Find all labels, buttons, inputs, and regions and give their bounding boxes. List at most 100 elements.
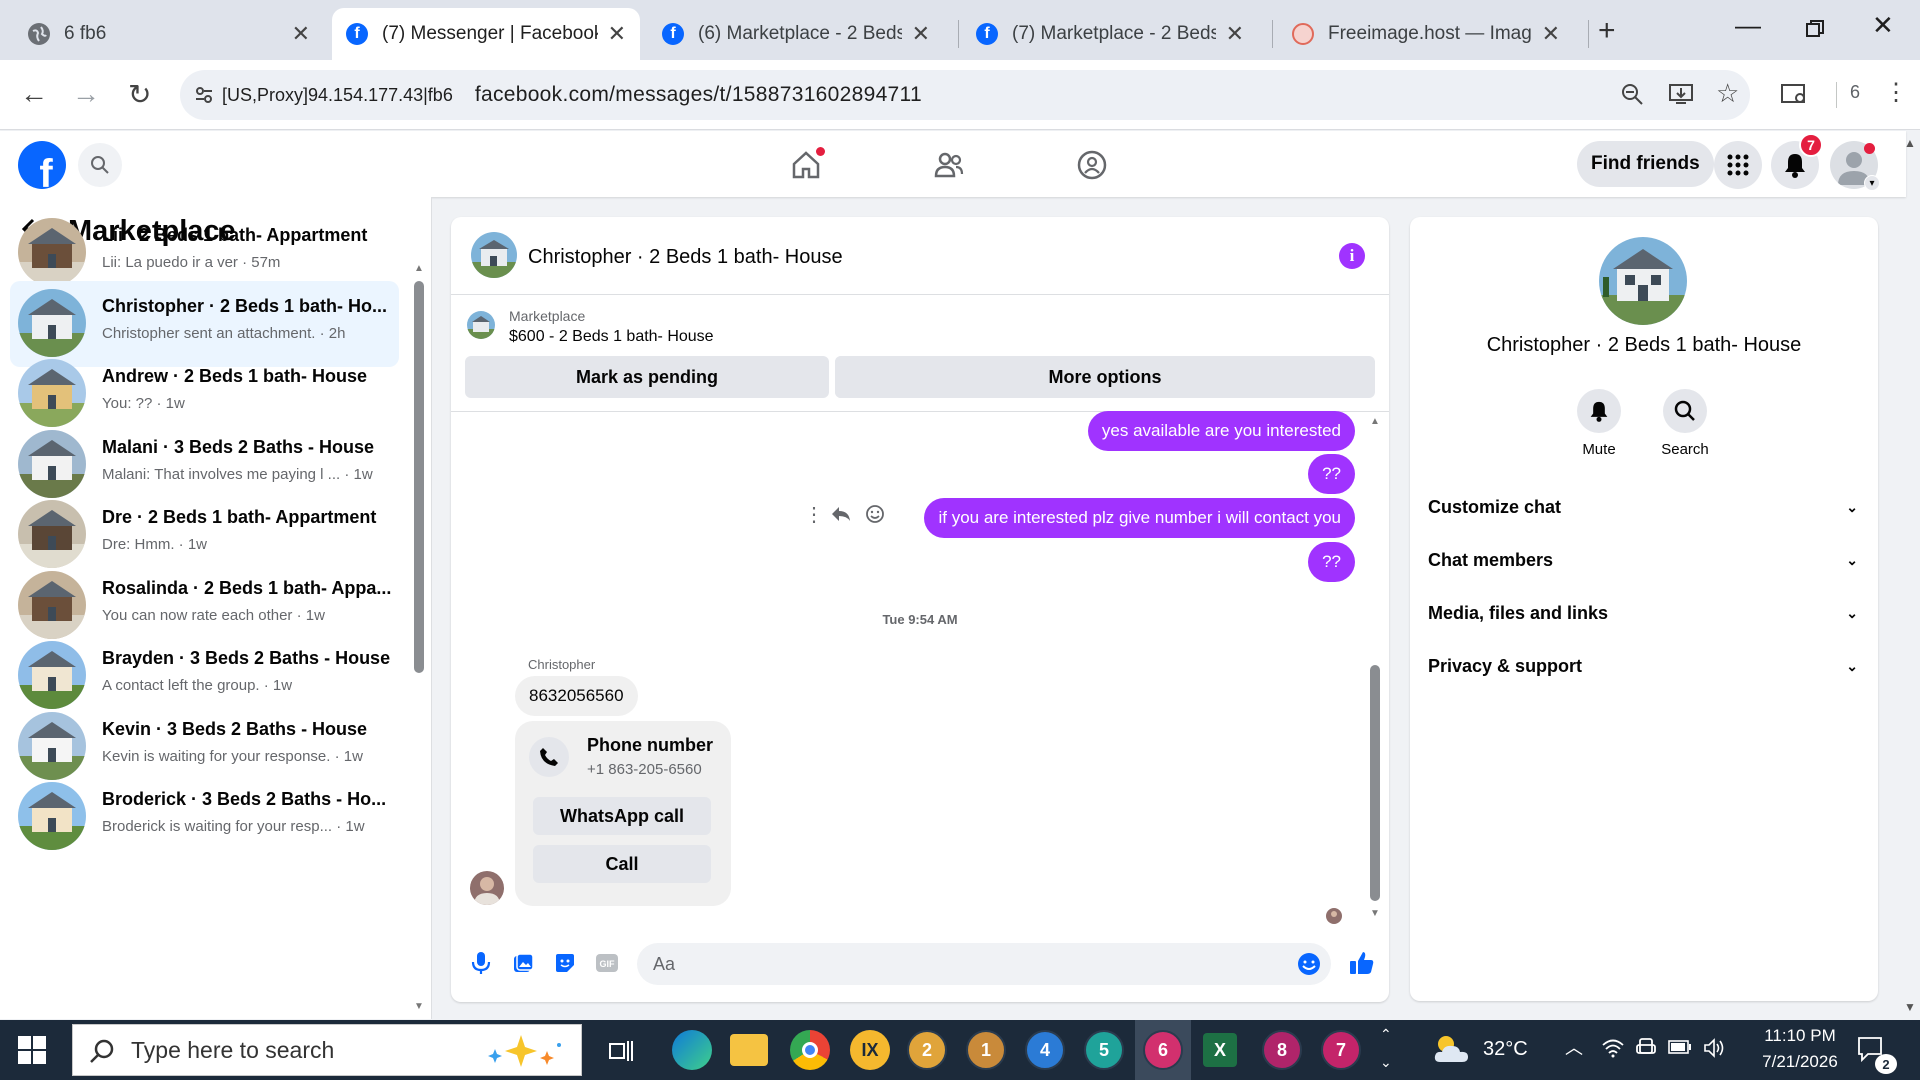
- scroll-down-icon[interactable]: ▼: [414, 1001, 424, 1012]
- clock-time[interactable]: 11:10 PM: [1750, 1026, 1850, 1046]
- browser-profile-app-icon[interactable]: 6: [1143, 1030, 1183, 1070]
- emoji-icon[interactable]: [1297, 952, 1321, 981]
- contact-avatar[interactable]: [1599, 237, 1687, 325]
- browser-profile-app-icon[interactable]: 7: [1321, 1030, 1361, 1070]
- incoming-message[interactable]: 8632056560: [515, 676, 638, 716]
- more-options-button-label[interactable]: More options: [835, 356, 1375, 398]
- show-hidden-icons[interactable]: ︿: [1565, 1034, 1583, 1060]
- weather-temperature[interactable]: 32°C: [1483, 1038, 1528, 1061]
- menu-grid-icon[interactable]: [1714, 141, 1762, 189]
- message-input[interactable]: Aa: [637, 943, 1331, 985]
- mute-button[interactable]: Mute: [1554, 389, 1644, 458]
- friends-icon[interactable]: [929, 145, 969, 185]
- search-in-chat-button[interactable]: Search: [1640, 389, 1730, 458]
- browser-tab-active[interactable]: f (7) Messenger | Facebook ✕: [332, 8, 640, 60]
- task-view-icon[interactable]: [608, 1038, 634, 1069]
- close-tab-icon[interactable]: ✕: [1542, 21, 1560, 47]
- meet-now-icon[interactable]: [1636, 1038, 1656, 1065]
- close-tab-icon[interactable]: ✕: [912, 21, 930, 47]
- browser-profile-app-icon[interactable]: 8: [1262, 1030, 1302, 1070]
- outgoing-message[interactable]: ??: [1308, 454, 1355, 494]
- side-panel-icon[interactable]: [1780, 82, 1808, 112]
- close-tab-icon[interactable]: ✕: [292, 21, 310, 47]
- conversation-scrollbar[interactable]: [414, 281, 424, 673]
- chevron-down-icon[interactable]: ▾: [1864, 175, 1880, 191]
- file-explorer-icon[interactable]: [730, 1034, 768, 1066]
- browser-tab[interactable]: Freeimage.host — Image ✕: [1278, 8, 1574, 60]
- menu-dots-icon[interactable]: ⋮: [1884, 78, 1908, 107]
- site-info-chip[interactable]: [US,Proxy]94.154.177.43|fb6: [194, 85, 453, 106]
- page-scroll-up-icon[interactable]: ▲: [1904, 136, 1916, 150]
- mark-as-pending-button[interactable]: Mark as pending: [465, 356, 829, 398]
- facebook-logo-icon[interactable]: f: [18, 141, 66, 189]
- call-button[interactable]: Call: [533, 845, 711, 883]
- find-friends-button[interactable]: Find friends: [1577, 141, 1714, 187]
- chat-scrollbar[interactable]: [1370, 665, 1380, 901]
- browser-tab[interactable]: f (6) Marketplace - 2 Beds 1 ✕: [648, 8, 944, 60]
- listing-thumbnail[interactable]: [467, 311, 495, 339]
- address-bar[interactable]: [US,Proxy]94.154.177.43|fb6 facebook.com…: [180, 70, 1750, 120]
- close-tab-icon[interactable]: ✕: [1226, 21, 1244, 47]
- whatsapp-call-button[interactable]: WhatsApp call: [533, 797, 711, 835]
- back-icon[interactable]: ←: [20, 78, 48, 110]
- microphone-icon[interactable]: [467, 949, 495, 977]
- photo-icon[interactable]: [509, 949, 537, 977]
- wifi-icon[interactable]: [1602, 1038, 1624, 1063]
- scroll-up-icon[interactable]: ▲: [1370, 416, 1380, 427]
- groups-icon[interactable]: [1072, 145, 1112, 185]
- browser-tab[interactable]: 6 fb6 ✕: [14, 8, 324, 60]
- outgoing-message[interactable]: ??: [1308, 542, 1355, 582]
- minimize-icon[interactable]: —: [1735, 10, 1761, 41]
- scroll-up-icon[interactable]: ▲: [414, 263, 424, 274]
- browser-profile-app-icon[interactable]: 4: [1025, 1030, 1065, 1070]
- page-scroll-down-icon[interactable]: ▼: [1904, 1000, 1916, 1014]
- close-tab-icon[interactable]: ✕: [608, 21, 626, 47]
- url-text[interactable]: facebook.com/messages/t/1588731602894711: [475, 83, 922, 107]
- listing-title[interactable]: $600 - 2 Beds 1 bath- House: [509, 328, 714, 346]
- customize-chat-section[interactable]: Customize chat ⌄: [1428, 492, 1858, 522]
- weather-cloud-icon[interactable]: [1432, 1032, 1472, 1071]
- browser-profile-app-icon[interactable]: 5: [1084, 1030, 1124, 1070]
- forward-icon[interactable]: →: [72, 78, 100, 110]
- restore-icon[interactable]: [1806, 14, 1824, 45]
- react-emoji-icon[interactable]: [865, 504, 885, 529]
- message-more-icon[interactable]: ⋮: [804, 502, 824, 527]
- chat-title[interactable]: Christopher · 2 Beds 1 bath- House: [528, 246, 843, 269]
- reload-icon[interactable]: ↻: [128, 78, 151, 111]
- chat-avatar[interactable]: [471, 232, 517, 278]
- chevron-down-icon[interactable]: ⌄: [1380, 1054, 1392, 1071]
- bookmark-star-icon[interactable]: ☆: [1716, 78, 1739, 109]
- chat-members-section[interactable]: Chat members ⌄: [1428, 545, 1858, 575]
- chevron-up-icon[interactable]: ⌃: [1380, 1026, 1392, 1043]
- info-icon[interactable]: i: [1339, 243, 1365, 269]
- outgoing-message[interactable]: yes available are you interested: [1087, 411, 1355, 451]
- battery-icon[interactable]: [1668, 1040, 1692, 1059]
- install-app-icon[interactable]: [1668, 82, 1694, 112]
- close-window-icon[interactable]: ✕: [1872, 10, 1894, 41]
- privacy-support-section[interactable]: Privacy & support ⌄: [1428, 651, 1858, 681]
- conversation-item[interactable]: Broderick · 3 Beds 2 Baths - Ho... Broder…: [10, 774, 399, 860]
- new-tab-icon[interactable]: +: [1598, 14, 1616, 48]
- volume-icon[interactable]: [1704, 1038, 1726, 1063]
- clock-date[interactable]: 7/21/2026: [1750, 1052, 1850, 1072]
- home-icon[interactable]: [786, 145, 826, 185]
- gif-icon[interactable]: GIF: [593, 949, 621, 977]
- browser-profile-app-icon[interactable]: 1: [966, 1030, 1006, 1070]
- media-files-links-section[interactable]: Media, files and links ⌄: [1428, 598, 1858, 628]
- windows-start-icon[interactable]: [18, 1036, 46, 1064]
- outgoing-message[interactable]: if you are interested plz give number i …: [924, 498, 1355, 538]
- edge-browser-icon[interactable]: [672, 1030, 712, 1070]
- taskbar-search-box[interactable]: Type here to search: [72, 1024, 582, 1076]
- chrome-icon[interactable]: [790, 1030, 830, 1070]
- profile-count[interactable]: 6: [1850, 82, 1860, 103]
- reply-icon[interactable]: [831, 506, 851, 527]
- sticker-icon[interactable]: [551, 949, 579, 977]
- ixbrowser-icon[interactable]: IX: [850, 1030, 890, 1070]
- browser-tab[interactable]: f (7) Marketplace - 2 Beds 1 ✕: [962, 8, 1258, 60]
- like-thumb-icon[interactable]: [1348, 949, 1376, 977]
- scroll-down-icon[interactable]: ▼: [1370, 908, 1380, 919]
- search-icon[interactable]: [78, 143, 122, 187]
- sender-avatar[interactable]: [470, 871, 504, 905]
- excel-icon[interactable]: X: [1203, 1033, 1237, 1067]
- browser-profile-app-icon[interactable]: 2: [907, 1030, 947, 1070]
